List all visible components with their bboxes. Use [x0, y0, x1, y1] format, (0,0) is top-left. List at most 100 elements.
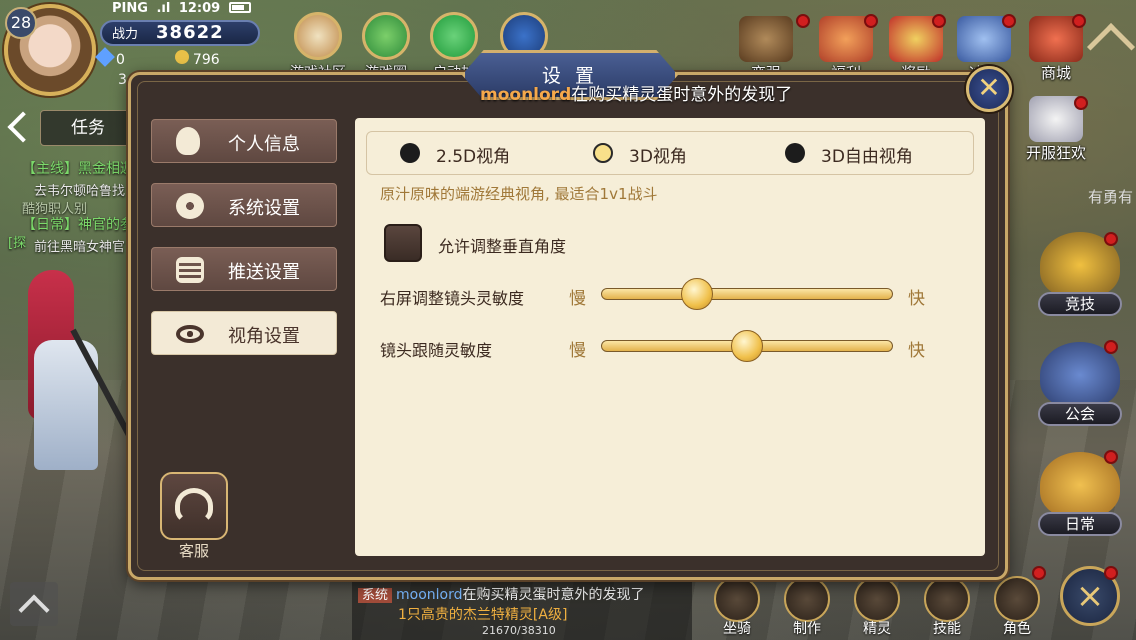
ping-label: PING — [112, 1, 148, 16]
main-quest-line[interactable]: 【主线】黑金相迦 — [22, 158, 134, 178]
daily-quest-target: 前往黑暗女神官 — [34, 240, 126, 255]
notification-dot — [1104, 450, 1118, 464]
gold-coin-icon — [174, 50, 189, 64]
close-button[interactable]: ✕ — [966, 66, 1012, 112]
chat-player-name: moonlord — [396, 587, 463, 603]
notification-dot — [932, 14, 946, 28]
vertical-angle-label: 允许调整垂直角度 — [438, 237, 567, 256]
headset-icon — [175, 488, 213, 524]
radio-dot — [785, 143, 805, 163]
notification-dot — [1104, 232, 1118, 246]
slider-label-screen-sensitivity: 右屏调整镜头灵敏度 — [380, 289, 525, 308]
character-button[interactable]: 角色 — [986, 576, 1048, 638]
mount-button[interactable]: 坐骑 — [706, 576, 768, 638]
chat-message: 在购买精灵蛋时意外的发现了 — [462, 587, 645, 603]
menu-label: 推送设置 — [228, 262, 300, 283]
radio-label: 3D自由视角 — [821, 147, 913, 167]
vertical-angle-checkbox[interactable] — [384, 224, 422, 262]
screen-sensitivity-track[interactable] — [601, 288, 893, 300]
character-face-icon — [994, 576, 1040, 622]
gear-icon — [176, 193, 204, 219]
home-icon — [294, 12, 342, 60]
eye-icon — [176, 325, 204, 343]
radio-dot-selected — [593, 143, 613, 163]
anvil-icon — [784, 576, 830, 622]
notification-dot — [1032, 566, 1046, 580]
craft-button[interactable]: 制作 — [776, 576, 838, 638]
menu-system-settings[interactable]: 系统设置 — [151, 183, 337, 227]
character-label: 角色 — [1003, 621, 1031, 637]
signal-icon: .ıl — [156, 1, 171, 16]
skill-label: 技能 — [933, 621, 961, 637]
guild-button[interactable]: 公会 — [1034, 342, 1126, 426]
player-character — [20, 270, 156, 500]
menu-camera-settings[interactable]: 视角设置 — [151, 311, 337, 355]
battery-icon — [228, 2, 251, 13]
power-value: 38622 — [156, 22, 224, 43]
fast-label: 快 — [908, 341, 925, 361]
left-resource-digit: 3 — [118, 72, 127, 88]
spirit-button[interactable]: 精灵 — [846, 576, 908, 638]
radio-dot — [400, 143, 420, 163]
system-tag: 系统 — [358, 588, 393, 603]
marquee-player-name: moonlord — [480, 85, 572, 105]
spirit-face-icon — [854, 576, 900, 622]
fast-label: 快 — [908, 289, 925, 309]
anvil-icon — [739, 16, 793, 62]
chat-line: 系统 moonlord在购买精灵蛋时意外的发现了 — [358, 584, 645, 604]
notification-dot — [1104, 566, 1118, 580]
system-chat-box[interactable]: 系统 moonlord在购买精灵蛋时意外的发现了 1只高贵的杰兰特精灵[A级] 2… — [352, 580, 692, 640]
shop-label: 商城 — [1040, 64, 1071, 82]
menu-label: 系统设置 — [228, 198, 300, 219]
view-mode-hint: 原汁原味的端游经典视角, 最适合1v1战斗 — [380, 185, 658, 203]
skill-button[interactable]: 技能 — [916, 576, 978, 638]
notification-dot — [1002, 14, 1016, 28]
notification-dot — [1074, 96, 1088, 110]
arena-label: 竞技 — [1038, 292, 1122, 316]
chat-scroll-up-button[interactable] — [10, 582, 58, 626]
explore-quest-tag: [探 — [8, 236, 27, 251]
menu-personal-info[interactable]: 个人信息 — [151, 119, 337, 163]
announcement-marquee: moonlord在购买精灵蛋时意外的发现了 — [480, 80, 792, 105]
radio-label: 2.5D视角 — [436, 147, 511, 167]
menu-label: 视角设置 — [228, 326, 300, 347]
resource-row: 0 796 — [95, 47, 220, 70]
craft-label: 制作 — [793, 621, 821, 637]
menu-label: 个人信息 — [228, 134, 300, 155]
diamond-icon — [95, 47, 115, 67]
gold-count: 796 — [192, 52, 220, 68]
spirit-label: 精灵 — [863, 621, 891, 637]
customer-service-label: 客服 — [178, 542, 209, 560]
gem-count: 0 — [116, 52, 125, 68]
follow-sensitivity-thumb[interactable] — [731, 330, 763, 362]
chat-bubble-icon — [362, 12, 410, 60]
guild-label: 公会 — [1038, 402, 1122, 426]
radio-label: 3D视角 — [629, 147, 687, 167]
main-quest-target: 去韦尔顿哈鲁找 — [34, 184, 126, 199]
launch-carnival-label: 开服狂欢 — [1025, 144, 1086, 162]
daily-label: 日常 — [1038, 512, 1122, 536]
lightning-icon — [924, 576, 970, 622]
quest-tab[interactable]: 任务 — [40, 110, 136, 146]
menu-push-settings[interactable]: 推送设置 — [151, 247, 337, 291]
notification-dot — [1072, 14, 1086, 28]
customer-service-button[interactable] — [160, 472, 228, 540]
message-icon — [176, 257, 204, 283]
wechat-icon — [430, 12, 478, 60]
slow-label: 慢 — [569, 289, 586, 309]
mount-icon — [714, 576, 760, 622]
combat-power-bar: 战力 38622 — [100, 20, 260, 46]
notification-dot — [864, 14, 878, 28]
status-bar: PING .ıl 12:09 — [112, 1, 255, 19]
slider-label-follow-sensitivity: 镜头跟随灵敏度 — [380, 341, 493, 360]
level-badge: 28 — [5, 7, 37, 39]
daily-button[interactable]: 日常 — [1034, 452, 1126, 536]
exp-readout: 21670/38310 — [482, 624, 556, 637]
marquee-message: 在购买精灵蛋时意外的发现了 — [571, 85, 793, 105]
notification-dot — [796, 14, 810, 28]
clock: 12:09 — [178, 1, 221, 16]
slow-label: 慢 — [569, 341, 586, 361]
person-icon — [176, 127, 200, 155]
daily-quest-line[interactable]: 【日常】神官的参 — [22, 214, 134, 234]
mount-label: 坐骑 — [723, 621, 751, 637]
